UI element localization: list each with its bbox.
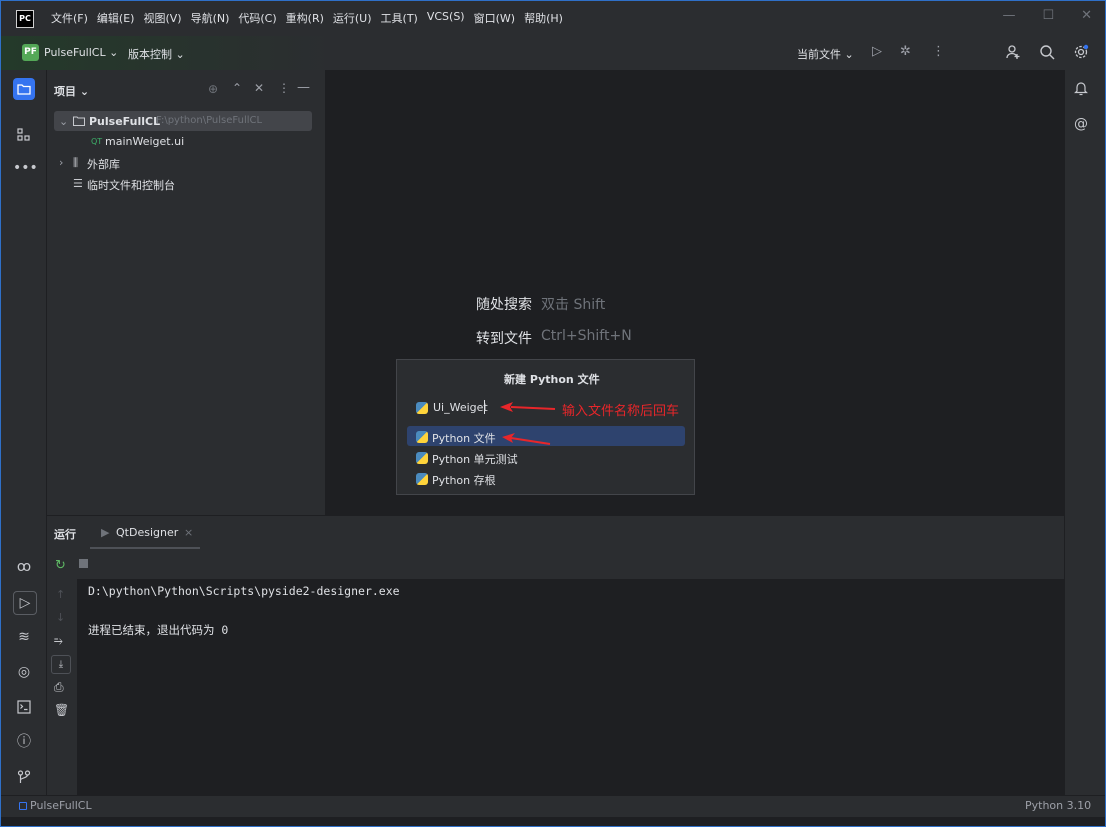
tab-close-icon[interactable]: ×	[184, 526, 193, 539]
annotation-text: 输入文件名称后回车	[562, 404, 680, 419]
goto-file-label: 转到文件	[476, 331, 532, 347]
panel-options-icon[interactable]: ⋮	[278, 81, 290, 95]
locate-icon[interactable]: ⊕	[208, 82, 218, 96]
project-panel-title[interactable]: 项目 ⌄	[54, 83, 89, 99]
search-icon[interactable]	[1039, 44, 1055, 63]
expand-all-icon[interactable]: ⌃	[232, 81, 242, 95]
more-icon[interactable]: ⋮	[932, 44, 945, 59]
structure-icon[interactable]	[13, 124, 35, 146]
run-toolbar	[47, 549, 1064, 579]
git-icon[interactable]	[13, 766, 35, 788]
library-icon: ⫼	[73, 156, 79, 169]
project-root-name[interactable]: PulseFullCL	[89, 115, 160, 128]
python-icon	[416, 402, 428, 414]
soft-wrap-icon[interactable]: ⥱	[54, 634, 63, 648]
console-line-exit: 进程已结束，退出代码为 0	[88, 623, 229, 637]
project-root-path: F:\python\PulseFullCL	[156, 115, 263, 126]
popup-item-python-file[interactable]: Python 文件	[432, 430, 496, 446]
menu-help[interactable]: 帮助(H)	[524, 10, 563, 26]
tree-external-libraries[interactable]: 外部库	[87, 156, 120, 172]
menu-refactor[interactable]: 重构(R)	[286, 10, 324, 26]
console-output[interactable]	[77, 579, 1064, 795]
ai-assistant-icon[interactable]: @	[1074, 116, 1088, 132]
run-panel-title: 运行	[54, 528, 76, 541]
tab-qtdesigner[interactable]: QtDesigner	[116, 526, 178, 539]
menu-file[interactable]: 文件(F)	[51, 10, 88, 26]
menu-window[interactable]: 窗口(W)	[474, 10, 515, 26]
pycharm-logo: PC	[16, 10, 34, 28]
close-button[interactable]: ✕	[1081, 8, 1092, 23]
run-icon[interactable]: ▷	[872, 44, 882, 59]
terminal-icon[interactable]	[13, 696, 35, 718]
menu-run[interactable]: 运行(U)	[333, 10, 372, 26]
scroll-down-icon[interactable]: ↓	[56, 611, 65, 624]
add-user-icon[interactable]	[1005, 44, 1021, 63]
menu-bar: 文件(F) 编辑(E) 视图(V) 导航(N) 代码(C) 重构(R) 运行(U…	[51, 10, 563, 26]
python-icon	[416, 473, 428, 485]
problems-icon[interactable]: ⓘ	[13, 731, 35, 753]
maximize-button[interactable]: ☐	[1042, 8, 1054, 23]
print-icon[interactable]: ⎙	[54, 680, 64, 695]
collapse-all-icon[interactable]: ✕	[254, 81, 264, 95]
menu-code[interactable]: 代码(C)	[238, 10, 276, 26]
scroll-to-end-icon[interactable]: ⤓	[51, 655, 71, 674]
hide-panel-icon[interactable]: —	[297, 80, 310, 95]
menu-tools[interactable]: 工具(T)	[381, 10, 418, 26]
notifications-bell-icon[interactable]	[1074, 80, 1088, 99]
search-everywhere-label: 随处搜索	[476, 297, 532, 313]
run-config-selector[interactable]: 当前文件 ⌄	[797, 46, 854, 62]
scroll-up-icon[interactable]: ↑	[56, 588, 65, 601]
minimize-button[interactable]: —	[1002, 8, 1015, 23]
chevron-right-icon[interactable]: ›	[59, 156, 63, 169]
more-tools-icon[interactable]: •••	[13, 157, 38, 179]
run-panel-header	[47, 515, 1064, 550]
menu-edit[interactable]: 编辑(E)	[97, 10, 135, 26]
python-icon	[416, 431, 428, 443]
window-controls: — ☐ ✕	[1002, 8, 1092, 23]
chevron-down-icon[interactable]: ⌄	[59, 115, 68, 128]
project-status-icon	[19, 802, 27, 810]
python-console-icon[interactable]: ꝏ	[13, 556, 35, 578]
clear-trash-icon[interactable]: 🗑	[54, 703, 69, 717]
menu-navigate[interactable]: 导航(N)	[191, 10, 230, 26]
scratches-icon: ☰	[73, 177, 83, 190]
run-tool-icon[interactable]: ▷	[13, 591, 37, 615]
popup-item-python-stub[interactable]: Python 存根	[432, 472, 496, 488]
right-tool-strip	[1064, 70, 1106, 795]
run-config-icon: ▶	[101, 526, 110, 539]
status-interpreter[interactable]: Python 3.10	[1025, 799, 1091, 812]
status-project-name[interactable]: PulseFullCL	[30, 799, 92, 812]
debug-icon[interactable]: ✲	[900, 44, 911, 59]
popup-title: 新建 Python 文件	[504, 373, 600, 386]
search-everywhere-shortcut: 双击 Shift	[541, 297, 606, 313]
vcs-menu[interactable]: 版本控制 ⌄	[128, 46, 185, 62]
tree-file-mainweiget[interactable]: mainWeiget.ui	[105, 135, 184, 148]
services-icon[interactable]: ◎	[13, 661, 35, 683]
menu-vcs[interactable]: VCS(S)	[427, 10, 465, 26]
menu-view[interactable]: 视图(V)	[143, 10, 181, 26]
settings-gear-icon[interactable]	[1073, 44, 1089, 63]
project-selector[interactable]: PulseFullCL ⌄	[44, 46, 118, 59]
folder-icon	[73, 115, 85, 129]
project-panel	[47, 70, 326, 515]
filename-input[interactable]: Ui_Weiget	[433, 401, 488, 414]
annotation-arrows	[500, 402, 556, 445]
stop-icon[interactable]	[79, 559, 88, 568]
python-packages-icon[interactable]: ≋	[13, 626, 35, 648]
tree-scratches[interactable]: 临时文件和控制台	[87, 177, 175, 193]
console-line-command: D:\python\Python\Scripts\pyside2-designe…	[88, 584, 400, 598]
status-bar	[0, 795, 1106, 818]
project-badge[interactable]: PF	[22, 44, 39, 61]
qt-file-icon: QT	[91, 137, 103, 146]
project-folder-icon[interactable]	[13, 78, 35, 100]
rerun-icon[interactable]: ↻	[55, 558, 66, 573]
text-caret	[484, 400, 485, 414]
popup-item-python-unittest[interactable]: Python 单元测试	[432, 451, 518, 467]
goto-file-shortcut: Ctrl+Shift+N	[541, 328, 632, 344]
bottom-edge	[0, 817, 1106, 827]
python-icon	[416, 452, 428, 464]
